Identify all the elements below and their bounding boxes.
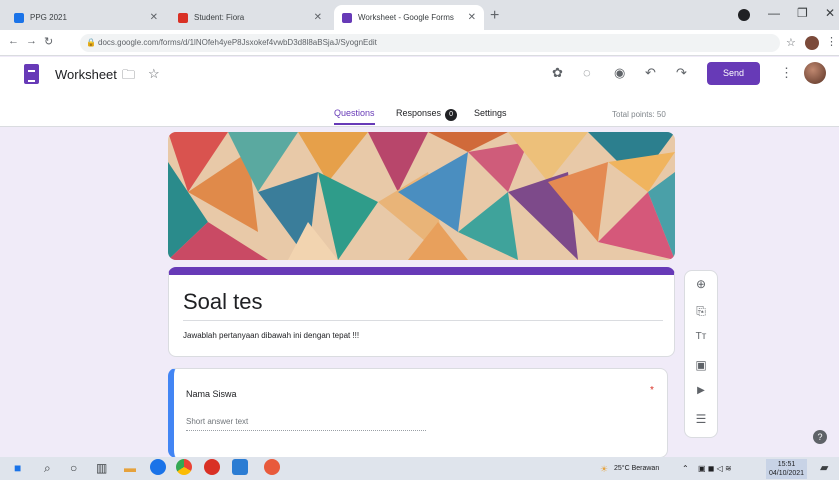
url-text: docs.google.com/forms/d/1lNOfeh4yeP8Jsxo… bbox=[98, 38, 377, 47]
add-question-icon[interactable]: ⊕ bbox=[685, 277, 717, 291]
start-icon[interactable]: ■ bbox=[14, 461, 21, 475]
add-image-icon[interactable]: ▣ bbox=[685, 358, 717, 372]
back-icon[interactable]: ← bbox=[8, 35, 19, 47]
more-vert-icon[interactable]: ⋮ bbox=[780, 65, 793, 81]
minimize-icon[interactable]: — bbox=[768, 6, 780, 20]
title-underline bbox=[183, 320, 663, 321]
forms-header: Worksheet 🗀 ☆ ✿ ◌ ◉ ↶ ↷ Send ⋮ Questions… bbox=[0, 57, 839, 127]
question-title[interactable]: Nama Siswa bbox=[186, 389, 237, 399]
close-tab-icon[interactable]: ✕ bbox=[314, 12, 322, 23]
profile-avatar[interactable] bbox=[805, 36, 819, 50]
app-icon[interactable] bbox=[204, 459, 220, 475]
floating-toolbar: ⊕ ⎘ Tт ▣ ▶ ☰ bbox=[684, 270, 718, 438]
app-icon[interactable] bbox=[264, 459, 280, 475]
star-icon[interactable]: ☆ bbox=[148, 66, 160, 82]
google-forms-logo-icon[interactable] bbox=[24, 64, 39, 84]
short-answer-field: Short answer text bbox=[186, 417, 426, 431]
new-tab-icon[interactable]: + bbox=[490, 7, 499, 25]
question-card[interactable]: Nama Siswa * Short answer text bbox=[168, 368, 668, 458]
task-view-icon[interactable]: ▥ bbox=[96, 461, 107, 475]
weather-text[interactable]: 25°C Berawan bbox=[614, 465, 659, 472]
notification-icon[interactable]: ▰ bbox=[820, 461, 828, 474]
word-icon[interactable] bbox=[232, 459, 248, 475]
add-title-icon[interactable]: Tт bbox=[685, 331, 717, 342]
form-title-card[interactable]: Soal tes Jawablah pertanyaan dibawah ini… bbox=[168, 267, 675, 357]
import-questions-icon[interactable]: ⎘ bbox=[685, 304, 717, 319]
total-points: Total points: 50 bbox=[612, 110, 666, 119]
preview-eye-icon[interactable]: ◉ bbox=[614, 65, 625, 81]
address-bar[interactable]: 🔒 docs.google.com/forms/d/1lNOfeh4yeP8Js… bbox=[80, 34, 780, 52]
customize-theme-icon[interactable]: ◌ bbox=[583, 65, 591, 80]
favicon-icon bbox=[178, 12, 188, 23]
help-icon[interactable]: ? bbox=[813, 430, 827, 444]
tab-responses-label: Responses bbox=[396, 108, 442, 118]
favicon-icon bbox=[14, 12, 24, 23]
add-section-icon[interactable]: ☰ bbox=[685, 412, 717, 426]
tab-title: Student: Fiora bbox=[194, 13, 245, 22]
file-explorer-icon[interactable]: ▬ bbox=[124, 461, 136, 475]
clock[interactable]: 15:51 04/10/2021 bbox=[766, 459, 808, 479]
reload-icon[interactable]: ↻ bbox=[44, 35, 53, 48]
responses-count-badge: 0 bbox=[445, 109, 458, 121]
search-icon[interactable]: ⌕ bbox=[44, 461, 51, 476]
form-header-image bbox=[168, 132, 675, 260]
close-tab-icon[interactable]: ✕ bbox=[468, 12, 476, 23]
clock-time: 15:51 bbox=[777, 461, 796, 468]
lock-icon: 🔒 bbox=[86, 38, 96, 47]
clock-date: 04/10/2021 bbox=[769, 470, 805, 477]
browser-tab-2[interactable]: Student: Fiora ✕ bbox=[170, 5, 330, 30]
record-indicator-icon bbox=[738, 9, 750, 21]
palette-icon[interactable]: ✿ bbox=[552, 65, 563, 81]
form-description[interactable]: Jawablah pertanyaan dibawah ini dengan t… bbox=[183, 331, 359, 340]
cortana-icon[interactable]: ○ bbox=[70, 461, 77, 475]
favicon-icon bbox=[342, 12, 352, 23]
form-title[interactable]: Soal tes bbox=[183, 289, 263, 315]
send-button[interactable]: Send bbox=[707, 62, 760, 85]
redo-icon[interactable]: ↷ bbox=[676, 65, 687, 81]
browser-toolbar: ← → ↻ 🔒 docs.google.com/forms/d/1lNOfeh4… bbox=[0, 30, 839, 56]
browser-tab-strip: PPG 2021 ✕ Student: Fiora ✕ Worksheet - … bbox=[0, 0, 839, 30]
folder-icon[interactable]: 🗀 bbox=[122, 66, 135, 88]
tab-settings[interactable]: Settings bbox=[474, 108, 507, 118]
browser-menu-icon[interactable]: ⋮ bbox=[826, 35, 837, 48]
forward-icon[interactable]: → bbox=[26, 35, 37, 47]
add-video-icon[interactable]: ▶ bbox=[685, 385, 717, 396]
browser-tab-1[interactable]: PPG 2021 ✕ bbox=[6, 5, 166, 30]
chrome-icon[interactable] bbox=[176, 459, 192, 475]
geometric-pattern-image bbox=[168, 132, 675, 260]
tab-title: Worksheet - Google Forms bbox=[358, 13, 454, 22]
tab-questions[interactable]: Questions bbox=[334, 108, 375, 125]
edge-icon[interactable] bbox=[150, 459, 166, 475]
browser-tab-3-active[interactable]: Worksheet - Google Forms ✕ bbox=[334, 5, 484, 30]
maximize-icon[interactable]: ❐ bbox=[797, 6, 808, 20]
form-doc-title[interactable]: Worksheet bbox=[55, 67, 117, 82]
weather-icon: ☀ bbox=[600, 464, 609, 474]
close-window-icon[interactable]: ✕ bbox=[825, 6, 835, 20]
user-avatar[interactable] bbox=[804, 62, 826, 84]
tab-responses[interactable]: Responses 0 bbox=[396, 108, 458, 121]
tray-chevron-icon[interactable]: ⌃ bbox=[682, 464, 689, 473]
close-tab-icon[interactable]: ✕ bbox=[150, 12, 158, 23]
windows-taskbar: ■ ⌕ ○ ▥ ▬ ☀ 25°C Berawan ⌃ ▣ ◼ ◁ ≋ 15:51… bbox=[0, 457, 839, 480]
tray-icons[interactable]: ▣ ◼ ◁ ≋ bbox=[698, 464, 732, 473]
required-marker: * bbox=[650, 385, 654, 396]
tab-title: PPG 2021 bbox=[30, 13, 67, 22]
undo-icon[interactable]: ↶ bbox=[645, 65, 656, 81]
bookmark-star-icon[interactable]: ☆ bbox=[786, 36, 796, 49]
form-tabs: Questions Responses 0 Settings Total poin… bbox=[0, 104, 839, 127]
